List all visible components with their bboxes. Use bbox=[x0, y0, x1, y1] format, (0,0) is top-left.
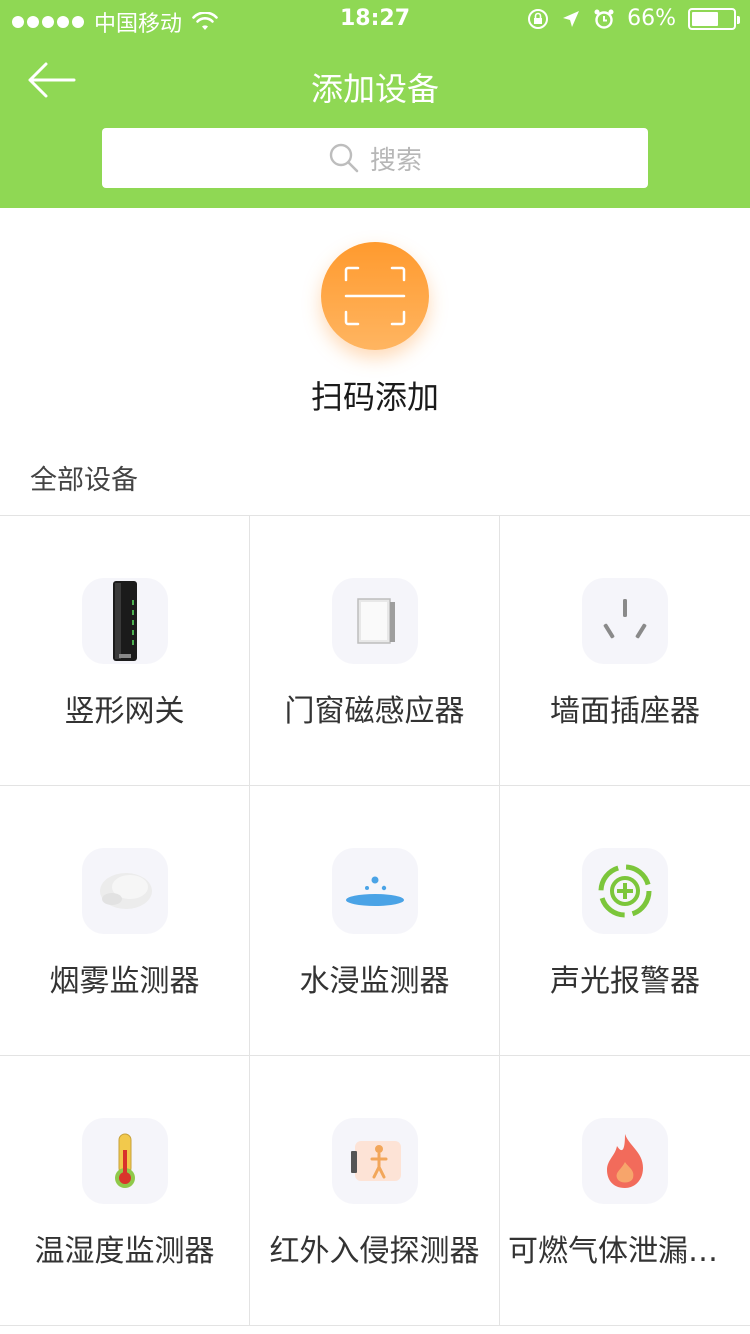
wall-socket-icon bbox=[603, 599, 647, 639]
device-item-wall-socket[interactable]: 墙面插座器 bbox=[500, 516, 750, 785]
page-title: 添加设备 bbox=[310, 70, 439, 108]
device-label: 烟雾监测器 bbox=[49, 964, 200, 999]
device-tile bbox=[82, 848, 168, 934]
section-title-all-devices: 全部设备 bbox=[30, 465, 138, 496]
thermometer-icon bbox=[115, 1133, 135, 1188]
device-item-gas-leak[interactable]: 可燃气体泄漏检测器 bbox=[500, 1056, 750, 1325]
battery-percent: 66% bbox=[627, 6, 676, 31]
rotation-lock-icon bbox=[528, 8, 549, 29]
alarm-clock-icon bbox=[594, 9, 614, 29]
device-tile bbox=[582, 1118, 668, 1204]
nav-bar: 添加设备 bbox=[0, 40, 750, 128]
door-sensor-icon bbox=[357, 598, 395, 644]
device-label: 可燃气体泄漏检测器 bbox=[508, 1234, 742, 1269]
search-input[interactable]: 搜索 bbox=[102, 128, 648, 188]
status-bar-right: 66% bbox=[527, 6, 740, 31]
search-placeholder: 搜索 bbox=[369, 145, 422, 176]
device-label: 门窗磁感应器 bbox=[284, 694, 465, 729]
alarm-icon bbox=[598, 864, 652, 918]
device-item-sound-light-alarm[interactable]: 声光报警器 bbox=[500, 786, 750, 1055]
device-label: 竖形网关 bbox=[64, 694, 185, 729]
device-row: 烟雾监测器 水浸监测器 声光报警器 bbox=[0, 786, 750, 1056]
device-item-thermometer[interactable]: 温湿度监测器 bbox=[0, 1056, 250, 1325]
smoke-detector-icon bbox=[100, 873, 152, 909]
scan-frame-icon bbox=[344, 266, 406, 326]
device-row: 竖形网关 门窗磁感应器 墙面插座器 bbox=[0, 516, 750, 786]
device-label: 红外入侵探测器 bbox=[269, 1234, 480, 1269]
location-icon bbox=[563, 10, 580, 27]
water-leak-icon bbox=[346, 876, 404, 906]
device-item-smoke-detector[interactable]: 烟雾监测器 bbox=[0, 786, 250, 1055]
device-grid: 竖形网关 门窗磁感应器 墙面插座器 烟雾监测器 水浸监测器 声光报警器 温湿度监… bbox=[0, 515, 750, 1326]
header: 中国移动 18:27 66% 添加设备 搜索 bbox=[0, 0, 750, 208]
scan-add-label: 扫码添加 bbox=[310, 378, 439, 416]
infrared-detector-icon bbox=[351, 1141, 401, 1181]
device-tile bbox=[332, 848, 418, 934]
device-item-water-leak[interactable]: 水浸监测器 bbox=[250, 786, 500, 1055]
device-item-infrared-detector[interactable]: 红外入侵探测器 bbox=[250, 1056, 500, 1325]
device-tile bbox=[82, 578, 168, 664]
device-tile bbox=[582, 578, 668, 664]
battery-icon bbox=[688, 7, 740, 30]
device-tile bbox=[332, 578, 418, 664]
device-tile bbox=[332, 1118, 418, 1204]
device-item-gateway[interactable]: 竖形网关 bbox=[0, 516, 250, 785]
gas-flame-icon bbox=[607, 1134, 643, 1188]
scan-add-button[interactable] bbox=[321, 242, 429, 350]
gateway-icon bbox=[113, 581, 137, 661]
device-label: 声光报警器 bbox=[550, 964, 700, 999]
device-label: 水浸监测器 bbox=[299, 964, 450, 999]
status-bar: 中国移动 18:27 66% bbox=[0, 0, 750, 40]
device-row: 温湿度监测器 红外入侵探测器 可燃气体泄漏检测器 bbox=[0, 1056, 750, 1326]
device-tile bbox=[82, 1118, 168, 1204]
device-label: 温湿度监测器 bbox=[34, 1234, 215, 1269]
device-label: 墙面插座器 bbox=[550, 694, 700, 729]
device-item-door-sensor[interactable]: 门窗磁感应器 bbox=[250, 516, 500, 785]
device-tile bbox=[582, 848, 668, 934]
search-icon bbox=[329, 143, 359, 173]
